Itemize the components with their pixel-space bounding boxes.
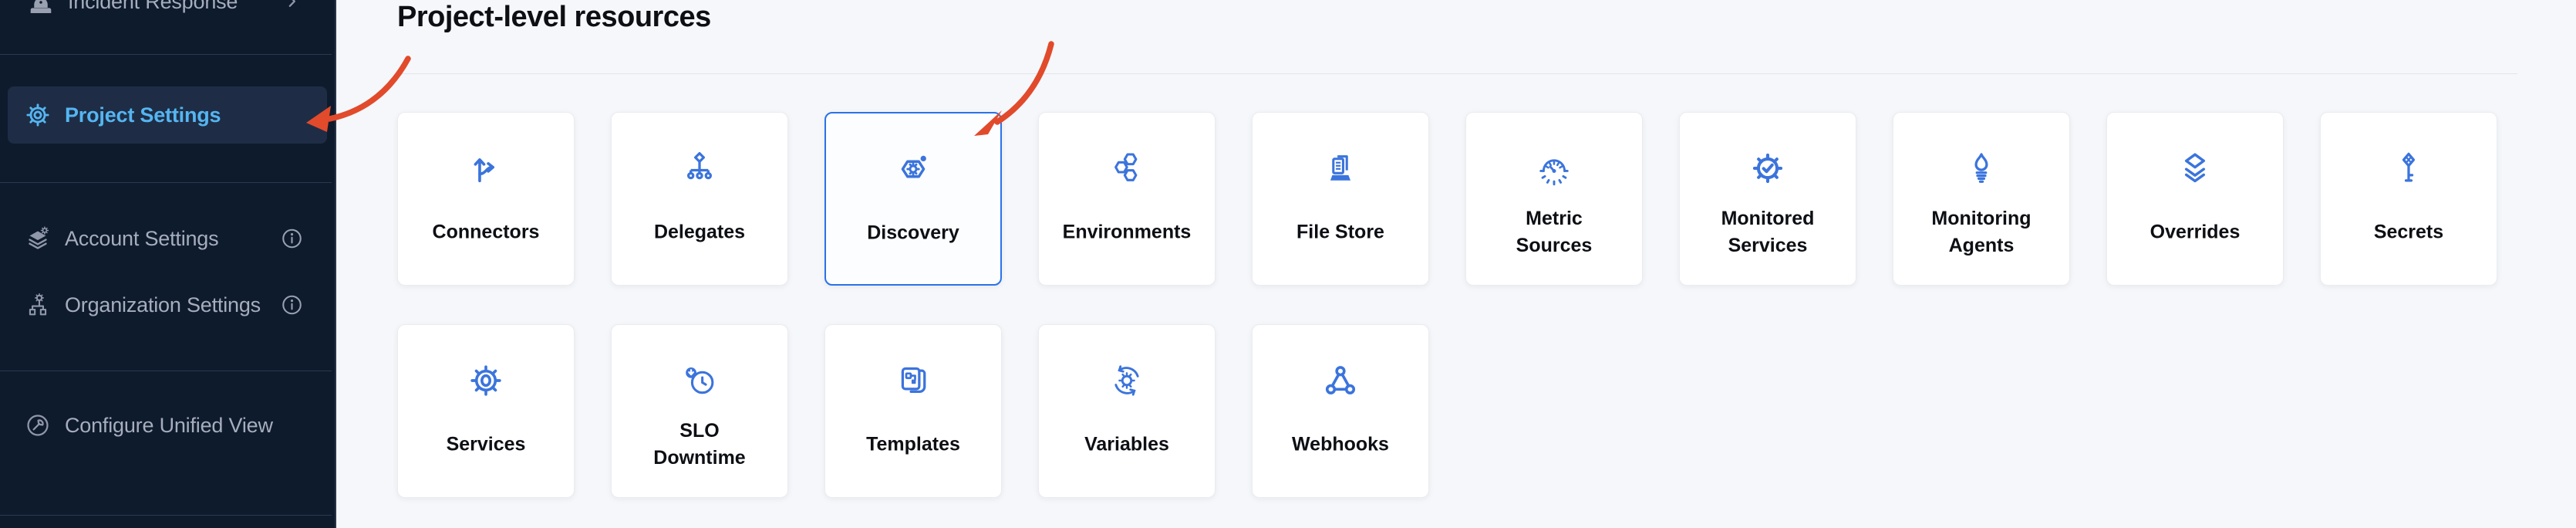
info-icon[interactable] xyxy=(280,293,304,317)
metric-sources-icon xyxy=(1536,151,1572,186)
resource-card-templates[interactable]: Templates xyxy=(824,324,1002,498)
resource-card-label: Templates xyxy=(831,432,995,459)
wrench-circle-icon xyxy=(25,412,51,438)
resource-card-label: Webhooks xyxy=(1259,432,1422,459)
connectors-icon xyxy=(468,151,504,186)
environments-icon xyxy=(1109,151,1145,186)
sidebar-divider xyxy=(0,182,332,183)
resource-card-label: File Store xyxy=(1259,219,1422,246)
resource-card-overrides[interactable]: Overrides xyxy=(2106,112,2284,286)
resource-card-variables[interactable]: Variables xyxy=(1038,324,1216,498)
resource-card-slo-downtime[interactable]: SLO Downtime xyxy=(611,324,788,498)
resource-card-label: Connectors xyxy=(404,219,568,246)
sidebar-item-project-settings[interactable]: Project Settings xyxy=(8,86,327,144)
main-content: Project-level resources Connectors Deleg… xyxy=(336,0,2576,528)
webhooks-icon xyxy=(1323,363,1358,398)
info-icon[interactable] xyxy=(280,227,304,251)
sidebar-item-label: Organization Settings xyxy=(65,293,261,317)
slo-downtime-icon xyxy=(682,363,717,398)
section-divider xyxy=(397,73,2517,74)
resource-card-label: Monitoring Agents xyxy=(1900,205,2063,259)
resource-card-webhooks[interactable]: Webhooks xyxy=(1252,324,1429,498)
resource-card-delegates[interactable]: Delegates xyxy=(611,112,788,286)
page-title: Project-level resources xyxy=(397,1,711,34)
resource-card-label: SLO Downtime xyxy=(618,418,781,472)
resource-card-secrets[interactable]: Secrets xyxy=(2320,112,2497,286)
services-gear-icon xyxy=(468,363,504,398)
resource-card-grid: Connectors Delegates Discovery Environme… xyxy=(397,112,2517,498)
resource-card-label: Services xyxy=(404,432,568,459)
sidebar-item-label: Incident Response xyxy=(68,0,238,14)
sidebar-divider xyxy=(0,54,332,55)
gear-icon xyxy=(25,102,51,128)
resource-card-environments[interactable]: Environments xyxy=(1038,112,1216,286)
resource-card-label: Variables xyxy=(1045,432,1209,459)
siren-icon xyxy=(25,0,57,18)
resource-card-monitored-services[interactable]: Monitored Services xyxy=(1679,112,1856,286)
sidebar-item-incident-response[interactable]: Incident Response xyxy=(8,0,327,29)
delegates-icon xyxy=(682,151,717,186)
resource-card-label: Environments xyxy=(1045,219,1209,246)
sidebar: Incident Response Project Settings Accou… xyxy=(0,0,336,528)
resource-card-discovery[interactable]: Discovery xyxy=(824,112,1002,286)
resource-card-label: Delegates xyxy=(618,219,781,246)
monitoring-agents-icon xyxy=(1964,151,1999,186)
file-store-icon xyxy=(1323,151,1358,186)
layers-gear-icon xyxy=(25,225,51,252)
sidebar-divider xyxy=(0,515,332,516)
resource-card-monitoring-agents[interactable]: Monitoring Agents xyxy=(1893,112,2070,286)
templates-icon xyxy=(895,363,931,398)
secrets-icon xyxy=(2391,151,2426,186)
resource-card-label: Discovery xyxy=(832,220,994,247)
sidebar-item-configure-unified-view[interactable]: Configure Unified View xyxy=(8,400,327,451)
resource-card-services[interactable]: Services xyxy=(397,324,575,498)
sidebar-item-label: Configure Unified View xyxy=(65,414,273,438)
resource-card-label: Metric Sources xyxy=(1472,205,1636,259)
discovery-icon xyxy=(895,151,931,187)
sidebar-item-label: Project Settings xyxy=(65,103,221,127)
variables-icon xyxy=(1109,363,1145,398)
resource-card-label: Secrets xyxy=(2327,219,2490,246)
resource-card-label: Monitored Services xyxy=(1686,205,1849,259)
resource-card-connectors[interactable]: Connectors xyxy=(397,112,575,286)
monitored-services-icon xyxy=(1750,151,1785,186)
sidebar-item-label: Account Settings xyxy=(65,227,218,251)
overrides-icon xyxy=(2177,151,2213,186)
hierarchy-gear-icon xyxy=(25,292,51,318)
sidebar-item-organization-settings[interactable]: Organization Settings xyxy=(8,279,327,330)
resource-card-label: Overrides xyxy=(2113,219,2277,246)
resource-card-metric-sources[interactable]: Metric Sources xyxy=(1465,112,1643,286)
sidebar-item-account-settings[interactable]: Account Settings xyxy=(8,213,327,264)
screen: Incident Response Project Settings Accou… xyxy=(0,0,2576,528)
resource-card-file-store[interactable]: File Store xyxy=(1252,112,1429,286)
chevron-right-icon xyxy=(282,0,301,11)
